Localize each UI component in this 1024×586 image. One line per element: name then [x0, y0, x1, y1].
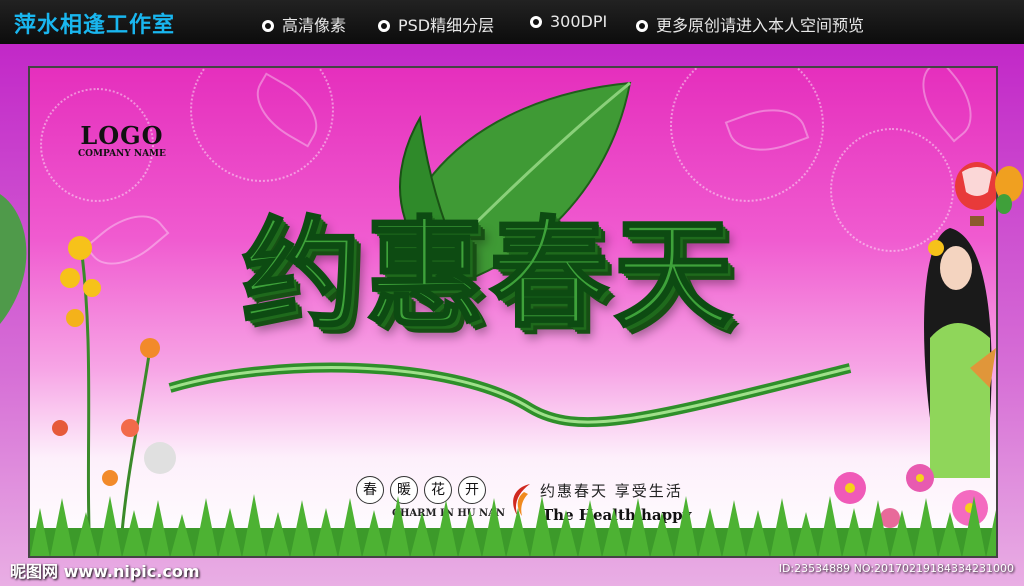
company-logo: LOGO COMPANY NAME [78, 124, 166, 160]
watermark-image-id: ID:23534889 NO:20170219184334231000 [778, 562, 1014, 575]
poster: LOGO COMPANY NAME 约惠春天 春 暖 花 开 CHARM IN … [28, 66, 998, 558]
woman-illustration-icon [924, 228, 996, 478]
logo-subtext: COMPANY NAME [78, 149, 166, 159]
top-bar: 萍水相逢工作室 高清像素 PSD精细分层 300DPI 更多原创请进入本人空间预… [0, 0, 1024, 44]
bullet-icon [378, 20, 390, 32]
leaf-pattern-icon [906, 68, 988, 143]
side-balloon-icon [995, 166, 1023, 214]
headline: 约惠春天 [240, 204, 738, 345]
watermark-site: 昵图网 www.nipic.com [10, 562, 200, 581]
bullet-icon [262, 20, 274, 32]
swoosh-ribbon-icon [168, 362, 852, 428]
side-leaf-icon [0, 194, 27, 324]
feature-more: 更多原创请进入本人空间预览 [636, 12, 864, 36]
studio-name: 萍水相逢工作室 [14, 13, 176, 38]
bullet-icon [530, 16, 542, 28]
grass-icon [30, 494, 996, 556]
feature-hd: 高清像素 [262, 12, 346, 36]
bullet-icon [636, 20, 648, 32]
logo-text: LOGO [80, 121, 164, 150]
feature-dpi: 300DPI [530, 12, 607, 31]
page-background: LOGO COMPANY NAME 约惠春天 春 暖 花 开 CHARM IN … [0, 44, 1024, 586]
feature-psd: PSD精细分层 [378, 12, 494, 36]
